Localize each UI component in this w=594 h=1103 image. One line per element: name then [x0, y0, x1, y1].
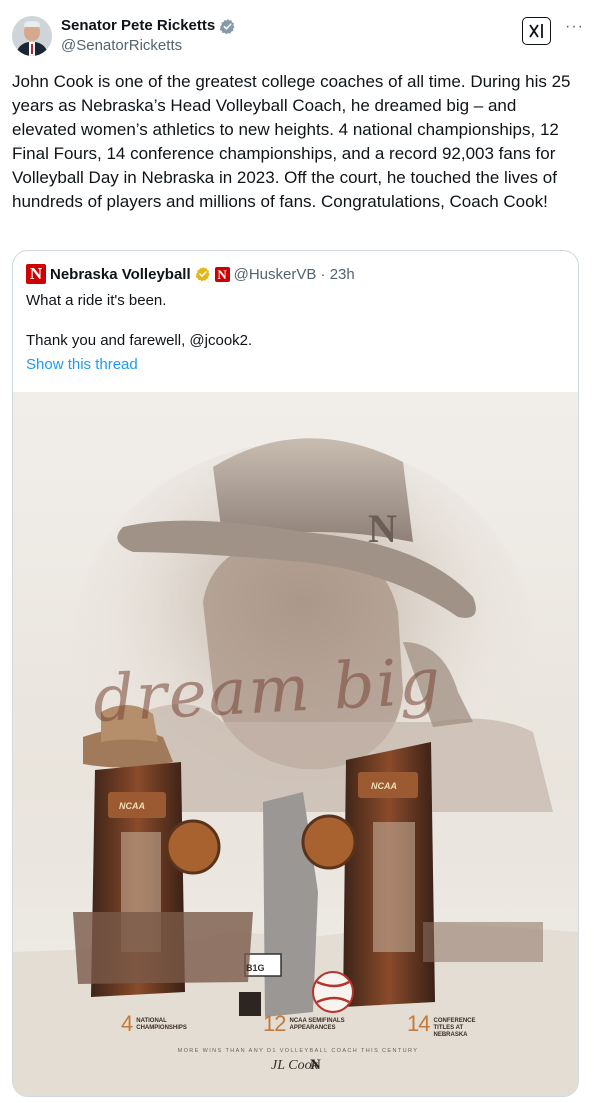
affiliate-logo-icon: N: [214, 266, 230, 282]
b1g-label: B1G: [246, 963, 265, 973]
quote-text-line1: What a ride it's been.: [26, 292, 167, 309]
stat-national-championships: 4 NATIONAL CHAMPIONSHIPS: [121, 1011, 192, 1036]
trophy-left-medal: [165, 819, 221, 875]
trophy-right-medal: [301, 814, 357, 870]
avatar[interactable]: [12, 16, 52, 56]
arena-base: [73, 912, 253, 984]
xai-grok-icon[interactable]: [522, 17, 551, 45]
poster-footer-text: MORE WINS THAN ANY D1 VOLLEYBALL COACH T…: [177, 1048, 419, 1054]
author-handle[interactable]: @SenatorRicketts: [61, 36, 236, 56]
stat-label: CONFERENCE TITLES AT NEBRASKA: [433, 1018, 476, 1038]
quoted-tweet[interactable]: N Nebraska Volleyball N @HuskerVB · 23h …: [12, 250, 579, 1097]
more-icon[interactable]: ···: [565, 19, 583, 38]
avatar-tie: [31, 44, 33, 54]
tweet-header: Senator Pete Ricketts @SenatorRicketts ·…: [12, 12, 583, 60]
ncaa-label-right: NCAA: [371, 781, 397, 791]
author-name-row: Senator Pete Ricketts: [61, 16, 236, 36]
right-arena: [423, 922, 543, 962]
quote-handle-time[interactable]: @HuskerVB · 23h: [234, 266, 355, 283]
gold-verified-badge-icon: [195, 267, 210, 282]
stat-number: 14: [407, 1011, 431, 1036]
small-trophy: [239, 992, 261, 1016]
hat-n-logo: N: [368, 506, 397, 551]
quote-display-name[interactable]: Nebraska Volleyball: [50, 266, 191, 283]
stat-label: NATIONAL CHAMPIONSHIPS: [136, 1018, 187, 1031]
avatar-hair: [24, 21, 40, 27]
stat-conference-titles: 14 CONFERENCE TITLES AT NEBRASKA: [407, 1011, 489, 1039]
quote-text-line2: Thank you and farewell, @jcook2.: [26, 332, 253, 349]
author-display-name[interactable]: Senator Pete Ricketts: [61, 16, 215, 36]
stat-label: NCAA SEMIFINALS APPEARANCES: [289, 1018, 345, 1031]
ncaa-label-left: NCAA: [119, 801, 145, 811]
signature-n-logo: N: [310, 1057, 321, 1073]
nebraska-logo-icon[interactable]: N: [26, 264, 46, 284]
verified-badge-icon: [220, 18, 235, 34]
quote-header: N Nebraska Volleyball N @HuskerVB · 23h: [26, 264, 355, 284]
show-thread-link[interactable]: Show this thread: [26, 355, 138, 375]
trophy-right-glass: [373, 822, 415, 952]
poster-artwork: N: [13, 438, 578, 1096]
farewell-poster-image[interactable]: N dream big NCAA NCAA B1G 4 NATIONAL CHA…: [13, 392, 578, 1096]
tweet-text: John Cook is one of the greatest college…: [12, 72, 571, 211]
stat-number: 12: [263, 1011, 287, 1036]
volleyball-icon: [312, 971, 354, 1013]
author-block: Senator Pete Ricketts @SenatorRicketts: [61, 16, 236, 56]
stat-ncaa-semifinals: 12 NCAA SEMIFINALS APPEARANCES: [263, 1011, 345, 1036]
stat-number: 4: [121, 1011, 133, 1036]
